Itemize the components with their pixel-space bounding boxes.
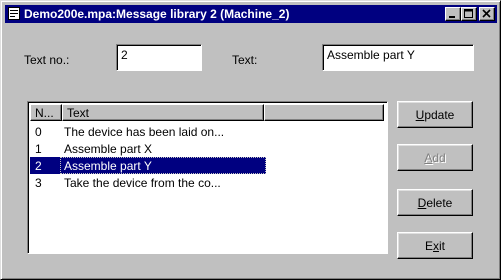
text-no-label: Text no.: xyxy=(24,53,70,67)
list-item[interactable]: 3 Take the device from the co... xyxy=(30,174,266,191)
column-header-extra[interactable] xyxy=(264,104,384,121)
exit-button[interactable]: Exit xyxy=(397,232,473,259)
add-button[interactable]: Add xyxy=(397,144,473,171)
list-item[interactable]: 1 Assemble part X xyxy=(30,140,266,157)
close-button[interactable] xyxy=(479,7,495,21)
item-text: The device has been laid on... xyxy=(64,125,225,139)
delete-label-key: D xyxy=(417,196,427,210)
item-text: Assemble part Y xyxy=(64,159,152,173)
minimize-icon xyxy=(449,16,455,18)
item-number: 0 xyxy=(35,125,42,139)
close-icon xyxy=(482,9,491,18)
minimize-button[interactable] xyxy=(445,7,461,21)
delete-button[interactable]: Delete xyxy=(397,189,473,216)
item-number: 2 xyxy=(35,159,42,173)
maximize-button[interactable] xyxy=(461,7,477,21)
exit-label-post: it xyxy=(439,239,445,253)
update-label-post: pdate xyxy=(424,108,455,122)
text-field[interactable]: Assemble part Y xyxy=(322,44,474,71)
title-bar[interactable]: Demo200e.mpa:Message library 2 (Machine_… xyxy=(5,5,497,23)
column-header-text[interactable]: Text xyxy=(62,104,264,121)
update-button[interactable]: Update xyxy=(397,101,473,128)
item-text: Take the device from the co... xyxy=(64,176,221,190)
delete-label-post: elete xyxy=(426,196,453,210)
maximize-icon xyxy=(464,9,473,18)
item-text: Assemble part X xyxy=(64,142,153,156)
update-label-key: U xyxy=(415,108,425,122)
item-number: 1 xyxy=(35,142,42,156)
item-number: 3 xyxy=(35,176,42,190)
dialog-window: Demo200e.mpa:Message library 2 (Machine_… xyxy=(0,0,501,280)
text-label: Text: xyxy=(232,53,258,67)
list-item-selected[interactable]: 2 Assemble part Y xyxy=(30,157,266,174)
exit-label-pre: E xyxy=(424,239,433,253)
list-item[interactable]: 0 The device has been laid on... xyxy=(30,123,266,140)
message-list[interactable]: N... Text 0 The device has been laid on.… xyxy=(27,101,388,254)
window-title: Demo200e.mpa:Message library 2 (Machine_… xyxy=(24,7,290,21)
column-header-number[interactable]: N... xyxy=(30,104,62,121)
document-icon xyxy=(8,7,20,20)
add-label-post: dd xyxy=(432,151,446,165)
text-no-field[interactable]: 2 xyxy=(116,44,202,71)
